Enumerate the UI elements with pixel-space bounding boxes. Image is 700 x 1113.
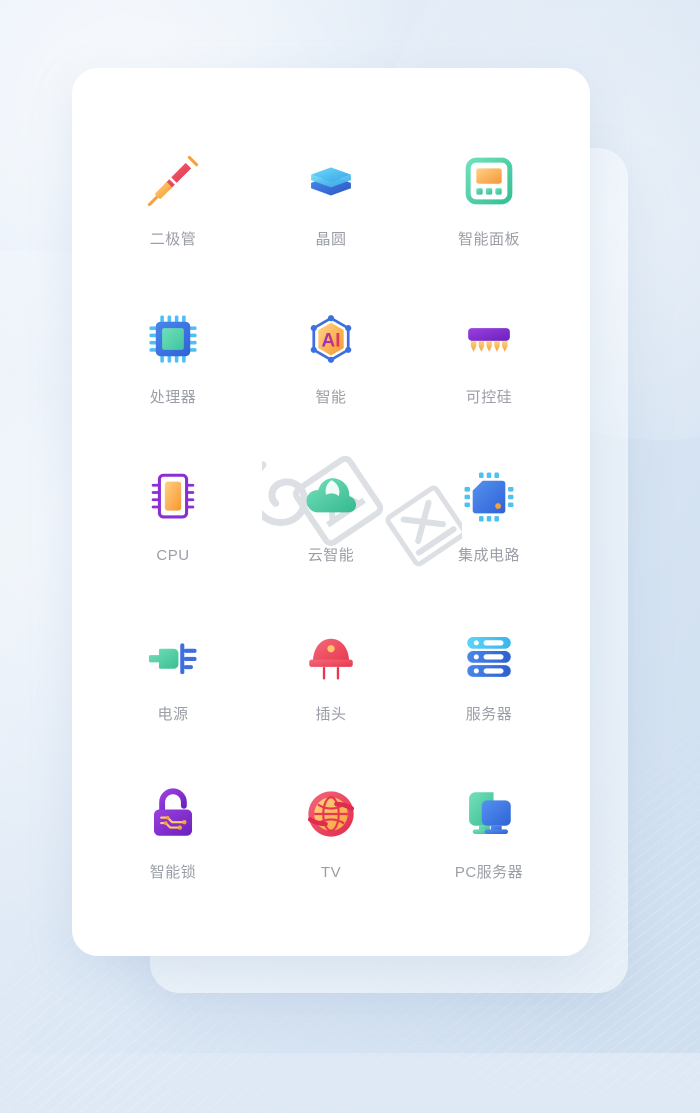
icon-label: 插头	[315, 705, 347, 723]
icon-item-tv[interactable]: TV	[252, 754, 410, 912]
icon-item-power-supply[interactable]: 电源	[94, 595, 252, 753]
thyristor-icon	[468, 328, 510, 352]
wafer-icon	[311, 167, 351, 196]
icon-label: PC服务器	[454, 864, 524, 882]
icon-item-integrated-circuit[interactable]: 集成电路	[410, 437, 568, 595]
integrated-circuit-icon	[464, 473, 514, 522]
power-supply-icon	[148, 643, 197, 675]
icon-item-plug[interactable]: 插头	[252, 595, 410, 753]
icon-label: 智能面板	[457, 230, 520, 248]
icon-item-cloud-ai[interactable]: 云智能	[252, 437, 410, 595]
icon-label: 可控硅	[465, 389, 513, 407]
cloud-ai-icon	[306, 478, 357, 513]
icon-label: 晶圆	[315, 230, 347, 248]
icon-item-processor[interactable]: 处理器	[94, 278, 252, 436]
ai-icon: AI	[310, 315, 352, 364]
smart-panel-icon	[465, 157, 513, 205]
cpu-icon	[151, 474, 195, 519]
icon-label: 服务器	[465, 705, 513, 723]
icon-grid: 二极管 晶圆 智能面板 处理器 AI 智能 可控硅 CPU 云智能 集成电路 电…	[72, 68, 590, 956]
icon-label: 二极管	[149, 230, 197, 248]
icon-item-server[interactable]: 服务器	[410, 595, 568, 753]
icon-item-cpu[interactable]: CPU	[94, 437, 252, 595]
icon-label: 集成电路	[457, 547, 520, 565]
icon-label: 云智能	[307, 547, 355, 565]
icon-item-diode[interactable]: 二极管	[94, 120, 252, 278]
icon-label: 智能	[315, 389, 347, 407]
icon-item-smart-panel[interactable]: 智能面板	[410, 120, 568, 278]
server-icon	[467, 636, 511, 677]
icon-item-thyristor[interactable]: 可控硅	[410, 278, 568, 436]
icon-label: 处理器	[149, 389, 197, 407]
icon-item-smart-lock[interactable]: 智能锁	[94, 754, 252, 912]
diode-icon	[147, 155, 199, 206]
icon-label: TV	[320, 864, 342, 882]
pc-server-icon	[469, 792, 511, 835]
icon-label: CPU	[156, 547, 190, 565]
tv-icon	[307, 791, 355, 837]
icon-item-ai[interactable]: AI 智能	[252, 278, 410, 436]
smart-lock-icon	[153, 788, 193, 837]
icon-label: 智能锁	[149, 864, 197, 882]
svg-text:AI: AI	[321, 330, 340, 351]
processor-icon	[149, 315, 197, 363]
icon-item-wafer[interactable]: 晶圆	[252, 120, 410, 278]
icon-item-pc-server[interactable]: PC服务器	[410, 754, 568, 912]
plug-icon	[309, 638, 353, 680]
icon-label: 电源	[157, 705, 189, 723]
